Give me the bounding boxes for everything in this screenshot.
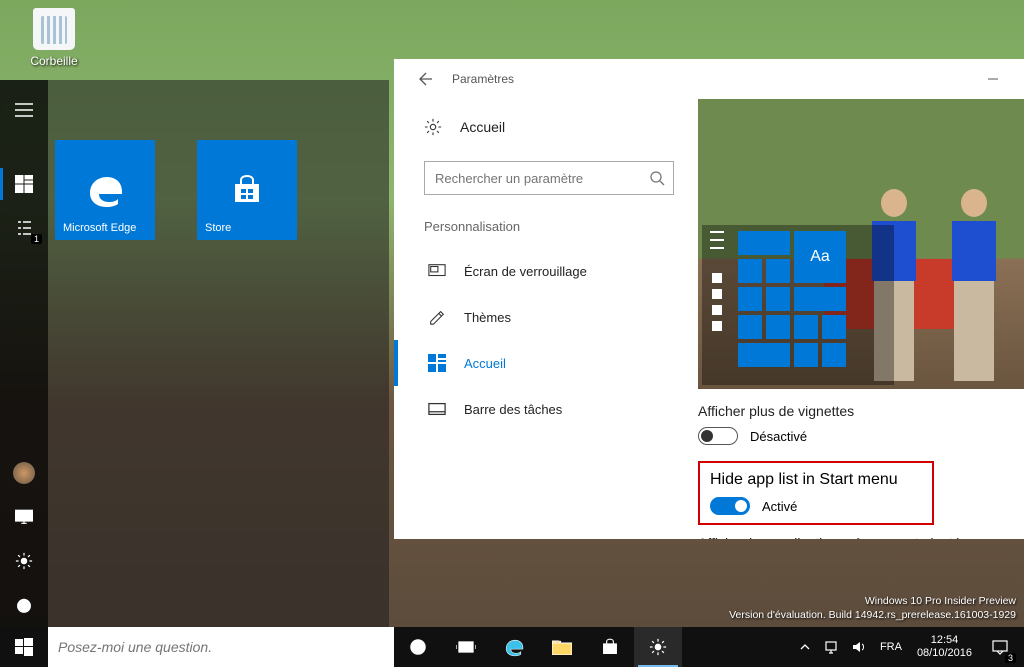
- nav-themes[interactable]: Thèmes: [394, 294, 698, 340]
- build-watermark: Windows 10 Pro Insider Preview Version d…: [729, 594, 1016, 623]
- volume-icon: [852, 640, 866, 654]
- recycle-bin-icon: [33, 8, 75, 50]
- nav-themes-label: Thèmes: [464, 310, 511, 325]
- nav-start[interactable]: Accueil: [394, 340, 698, 386]
- tray-language[interactable]: FRA: [873, 627, 909, 667]
- back-button[interactable]: [402, 59, 446, 99]
- nav-lockscreen[interactable]: Écran de verrouillage: [394, 248, 698, 294]
- taskbar-search-input[interactable]: [58, 639, 384, 655]
- task-view-button[interactable]: [442, 627, 490, 667]
- store-tile-label: Store: [205, 222, 231, 234]
- chevron-up-icon: [800, 642, 810, 652]
- tray-date: 08/10/2016: [917, 647, 972, 660]
- edge-tile-label: Microsoft Edge: [63, 222, 136, 234]
- cortana-button[interactable]: [394, 627, 442, 667]
- taskbar-settings[interactable]: [634, 627, 682, 667]
- system-tray: FRA 12:54 08/10/2016 3: [793, 627, 1024, 667]
- start-rail: 1: [0, 80, 48, 627]
- settings-content: Aa Afficher plus de vignettes Désactivé: [698, 99, 1024, 539]
- taskbar-search[interactable]: [48, 627, 394, 667]
- start-button[interactable]: [0, 627, 48, 667]
- action-center-button[interactable]: 3: [980, 627, 1020, 667]
- notification-count: 3: [1005, 653, 1016, 663]
- hamburger-button[interactable]: [0, 88, 48, 132]
- nav-lockscreen-label: Écran de verrouillage: [464, 264, 587, 279]
- toggle-more-tiles[interactable]: [698, 427, 738, 445]
- settings-search[interactable]: [424, 161, 674, 195]
- start-menu: 1 Microsoft Edge Store: [0, 80, 389, 627]
- recycle-bin-label: Corbeille: [30, 54, 77, 68]
- toggle-more-tiles-state: Désactivé: [750, 429, 807, 444]
- taskbar-edge[interactable]: [490, 627, 538, 667]
- store-tile[interactable]: Store: [197, 140, 297, 240]
- start-icon: [428, 354, 446, 372]
- start-preview: Aa: [698, 99, 1024, 389]
- search-icon: [649, 170, 665, 186]
- edge-tile[interactable]: Microsoft Edge: [55, 140, 155, 240]
- user-account-button[interactable]: [0, 451, 48, 495]
- settings-titlebar: Paramètres: [394, 59, 1024, 99]
- tray-chevron[interactable]: [793, 627, 817, 667]
- option-more-tiles-title: Afficher plus de vignettes: [698, 403, 1024, 419]
- all-apps-button[interactable]: 1: [0, 206, 48, 250]
- option-hide-applist-title: Hide app list in Start menu: [710, 471, 922, 489]
- settings-button[interactable]: [0, 539, 48, 583]
- lockscreen-icon: [428, 262, 446, 280]
- toggle-hide-applist[interactable]: [710, 497, 750, 515]
- taskbar-explorer[interactable]: [538, 627, 586, 667]
- taskbar-store[interactable]: [586, 627, 634, 667]
- option-recent-apps-title: Afficher les applications récemment ajou…: [698, 535, 1024, 539]
- nav-home[interactable]: Accueil: [394, 105, 698, 149]
- option-recent-apps: Afficher les applications récemment ajou…: [698, 525, 1024, 539]
- network-icon: [824, 640, 838, 654]
- window-title: Paramètres: [446, 72, 970, 86]
- nav-section-heading: Personnalisation: [394, 219, 698, 248]
- pinned-tiles-button[interactable]: [0, 162, 48, 206]
- tray-time: 12:54: [931, 634, 959, 647]
- desktop: Corbeille 1: [0, 0, 1024, 667]
- file-explorer-button[interactable]: [0, 495, 48, 539]
- settings-search-input[interactable]: [435, 171, 649, 186]
- minimize-button[interactable]: [970, 63, 1016, 95]
- tray-volume[interactable]: [845, 627, 873, 667]
- settings-window: Paramètres Accueil Personnalisation Écr: [394, 59, 1024, 539]
- taskbar: FRA 12:54 08/10/2016 3: [0, 627, 1024, 667]
- highlighted-option: Hide app list in Start menu Activé: [698, 461, 934, 525]
- power-button[interactable]: [0, 583, 48, 627]
- tray-network[interactable]: [817, 627, 845, 667]
- gear-icon: [424, 118, 442, 136]
- start-preview-tiles: Aa: [702, 225, 894, 385]
- nav-start-label: Accueil: [464, 356, 506, 371]
- taskbar-icon: [428, 400, 446, 418]
- tray-clock[interactable]: 12:54 08/10/2016: [909, 627, 980, 667]
- nav-taskbar[interactable]: Barre des tâches: [394, 386, 698, 432]
- nav-taskbar-label: Barre des tâches: [464, 402, 562, 417]
- nav-home-label: Accueil: [460, 119, 505, 135]
- start-tiles: Microsoft Edge Store: [55, 140, 339, 240]
- themes-icon: [428, 308, 446, 326]
- option-more-tiles: Afficher plus de vignettes Désactivé: [698, 389, 1024, 451]
- recycle-bin[interactable]: Corbeille: [22, 8, 86, 70]
- user-avatar-icon: [13, 462, 35, 484]
- recent-count-badge: 1: [31, 234, 42, 244]
- toggle-hide-applist-state: Activé: [762, 499, 797, 514]
- settings-nav: Accueil Personnalisation Écran de verrou…: [394, 99, 698, 539]
